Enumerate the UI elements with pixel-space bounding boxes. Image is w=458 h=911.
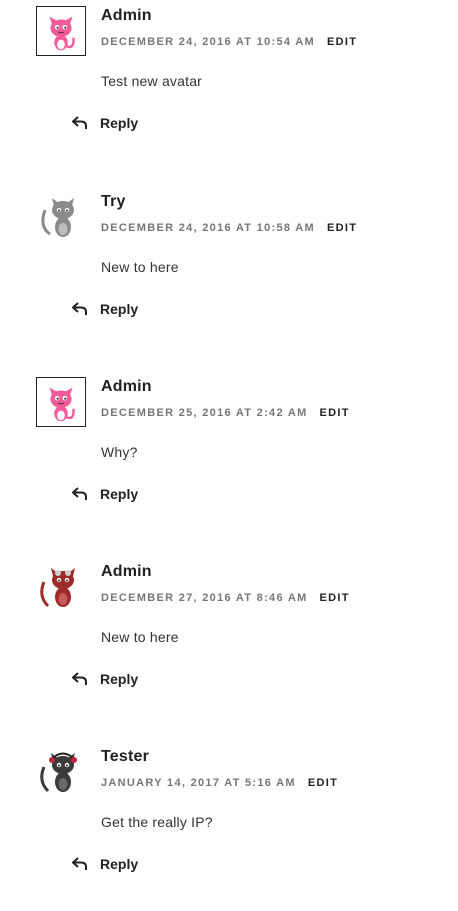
reply-button[interactable]: Reply <box>72 115 138 131</box>
comment-meta: December 27, 2016 at 8:46 am Edit <box>101 592 350 604</box>
comment: Admin December 25, 2016 at 2:42 am Edit W… <box>0 371 458 541</box>
gray-cat-avatar-icon <box>36 192 86 242</box>
comment-meta: December 24, 2016 at 10:58 am Edit <box>101 222 357 234</box>
reply-label: Reply <box>100 486 139 502</box>
reply-label: Reply <box>100 115 139 131</box>
reply-button[interactable]: Reply <box>72 856 138 872</box>
reply-button[interactable]: Reply <box>72 301 138 317</box>
reply-label: Reply <box>100 671 139 687</box>
comment-date[interactable]: December 27, 2016 at 8:46 am <box>101 592 308 604</box>
comment: Try December 24, 2016 at 10:58 am Edit Ne… <box>0 186 458 356</box>
comment-text: Why? <box>101 444 138 460</box>
reply-label: Reply <box>100 856 139 872</box>
reply-button[interactable]: Reply <box>72 486 138 502</box>
comment-meta: January 14, 2017 at 5:16 am Edit <box>101 777 338 789</box>
reply-arrow-icon <box>72 672 87 685</box>
reply-button[interactable]: Reply <box>72 671 138 687</box>
comment-author[interactable]: Try <box>101 193 126 211</box>
comment-text: Test new avatar <box>101 73 203 89</box>
comment: Admin December 27, 2016 at 8:46 am Edit N… <box>0 556 458 726</box>
reply-label: Reply <box>100 301 139 317</box>
comment-date[interactable]: January 14, 2017 at 5:16 am <box>101 777 296 789</box>
comment: Admin December 24, 2016 at 10:54 am Edit … <box>0 0 458 170</box>
edit-link[interactable]: Edit <box>308 777 338 789</box>
comment-date[interactable]: December 24, 2016 at 10:58 am <box>101 222 315 234</box>
reply-arrow-icon <box>72 302 87 315</box>
reply-arrow-icon <box>72 116 87 129</box>
comment-text: New to here <box>101 259 179 275</box>
comment-meta: December 25, 2016 at 2:42 am Edit <box>101 407 350 419</box>
comment-date[interactable]: December 25, 2016 at 2:42 am <box>101 407 308 419</box>
edit-link[interactable]: Edit <box>320 592 350 604</box>
comment-text: Get the really IP? <box>101 814 213 830</box>
reply-arrow-icon <box>72 487 87 500</box>
comment-text: New to here <box>101 629 179 645</box>
comment-author[interactable]: Admin <box>101 563 152 581</box>
black-cat-avatar-icon <box>36 747 86 797</box>
reply-arrow-icon <box>72 857 87 870</box>
pink-cat-avatar-icon <box>36 6 86 56</box>
red-cat-avatar-icon <box>36 562 86 612</box>
edit-link[interactable]: Edit <box>327 36 357 48</box>
comment-date[interactable]: December 24, 2016 at 10:54 am <box>101 36 315 48</box>
comment-author[interactable]: Tester <box>101 748 149 766</box>
comment-meta: December 24, 2016 at 10:54 am Edit <box>101 36 357 48</box>
edit-link[interactable]: Edit <box>320 407 350 419</box>
edit-link[interactable]: Edit <box>327 222 357 234</box>
comment-author[interactable]: Admin <box>101 7 152 25</box>
comment-author[interactable]: Admin <box>101 378 152 396</box>
comment: Tester January 14, 2017 at 5:16 am Edit G… <box>0 741 458 911</box>
pink-cat-avatar-icon <box>36 377 86 427</box>
